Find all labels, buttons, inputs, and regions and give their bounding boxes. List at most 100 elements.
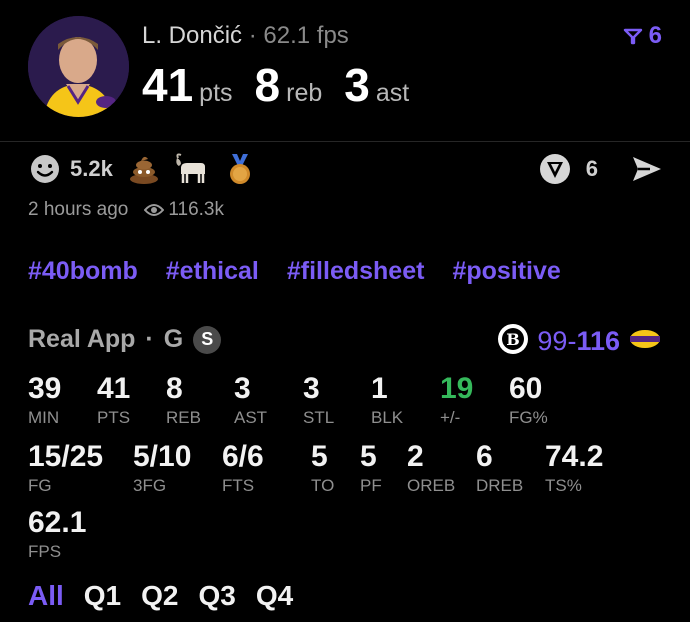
stats-source: Real App · G S (28, 325, 222, 354)
smile-icon[interactable] (28, 152, 62, 186)
stat-reb-value: 8 (254, 59, 281, 111)
stat-value: 62.1 (28, 506, 87, 539)
share-send-icon[interactable] (630, 152, 664, 186)
stat-dreb: 6 DREB (476, 440, 523, 496)
stat-fg-pct: 60 FG% (509, 372, 548, 428)
filter-count: 6 (648, 22, 662, 49)
stat-value: 5 (360, 440, 377, 473)
goat-emoji[interactable] (175, 152, 209, 186)
stat-label: +/- (440, 408, 461, 427)
hashtag-list: #40bomb #ethical #filledsheet #positive (28, 257, 561, 286)
stat-ts-pct: 74.2 TS% (545, 440, 603, 496)
hashtag[interactable]: #positive (452, 257, 560, 286)
tab-q1[interactable]: Q1 (84, 580, 121, 612)
stat-value: 39 (28, 372, 62, 405)
tab-q3[interactable]: Q3 (199, 580, 236, 612)
source-name: Real App (28, 325, 136, 353)
stat-min: 39 MIN (28, 372, 61, 428)
medal-emoji[interactable] (223, 152, 257, 186)
stat-fps: 62.1 FPS (28, 506, 86, 562)
separator-dot: · (248, 22, 257, 49)
hashtag[interactable]: #filledsheet (287, 257, 425, 286)
game-score[interactable]: B 99-116 (497, 323, 662, 360)
stat-pts: 41 PTS (97, 372, 130, 428)
poop-emoji[interactable] (127, 152, 161, 186)
player-position: G (163, 325, 184, 353)
stat-ast: 3 AST (234, 372, 267, 428)
header-divider (0, 141, 690, 142)
nets-logo-icon: B (497, 323, 529, 360)
stat-3fg: 5/10 3FG (133, 440, 191, 496)
tab-q2[interactable]: Q2 (141, 580, 178, 612)
smile-count: 5.2k (70, 156, 113, 181)
stat-value: 60 (509, 372, 543, 405)
stat-label: FTS (222, 476, 255, 495)
stat-plus-minus: 19 +/- (440, 372, 473, 428)
hashtag[interactable]: #ethical (166, 257, 259, 286)
stat-value: 6 (476, 440, 493, 473)
tab-q4[interactable]: Q4 (256, 580, 293, 612)
collection-count: 6 (585, 156, 598, 181)
stat-label: OREB (407, 476, 456, 495)
lakers-logo-icon (628, 328, 662, 355)
stat-oreb: 2 OREB (407, 440, 455, 496)
stat-label: MIN (28, 408, 60, 427)
starter-badge: S (193, 325, 222, 354)
separator-dot: · (145, 325, 154, 353)
time-ago: 2 hours ago (28, 199, 129, 220)
stat-value: 2 (407, 440, 424, 473)
stat-fg: 15/25 FG (28, 440, 103, 496)
stat-label: TS% (545, 476, 582, 495)
fps-value: 62.1 fps (263, 22, 349, 49)
views: 116.3k (144, 199, 224, 221)
stat-label: AST (234, 408, 268, 427)
score-dash: - (567, 326, 577, 356)
player-name[interactable]: L. Dončić (142, 22, 242, 49)
stat-pts-label: pts (199, 79, 233, 107)
stat-value: 74.2 (545, 440, 604, 473)
post-meta: 2 hours ago 116.3k (28, 199, 224, 221)
stat-pts-value: 41 (142, 59, 194, 111)
stat-value: 5/10 (133, 440, 192, 473)
tab-all[interactable]: All (28, 580, 64, 612)
right-actions: 6 (538, 152, 664, 186)
stat-reb: 8 REB (166, 372, 201, 428)
reaction-bar: 5.2k (28, 152, 257, 186)
stat-label: STL (303, 408, 335, 427)
stat-label: DREB (476, 476, 524, 495)
stat-ast-value: 3 (344, 59, 370, 111)
collection-shield-icon[interactable] (538, 152, 572, 186)
stat-value: 3 (303, 372, 320, 405)
stat-value: 41 (97, 372, 131, 405)
stat-label: 3FG (133, 476, 167, 495)
stat-pf: 5 PF (360, 440, 382, 496)
stat-fts: 6/6 FTS (222, 440, 264, 496)
hashtag[interactable]: #40bomb (28, 257, 138, 286)
player-header-line: L. Dončić · 62.1 fps (142, 22, 349, 50)
stat-to: 5 TO (311, 440, 334, 496)
player-avatar[interactable] (28, 16, 129, 117)
stat-label: FG (28, 476, 52, 495)
stat-label: FG% (509, 408, 548, 427)
stat-label: BLK (371, 408, 404, 427)
svg-text:B: B (507, 330, 521, 349)
stat-label: FPS (28, 542, 62, 561)
views-count: 116.3k (168, 199, 224, 220)
stat-label: TO (311, 476, 335, 495)
stat-value: 6/6 (222, 440, 264, 473)
period-tabs: All Q1 Q2 Q3 Q4 (28, 580, 293, 612)
eye-icon (144, 204, 165, 216)
stat-label: REB (166, 408, 201, 427)
stat-value: 15/25 (28, 440, 104, 473)
stat-value: 1 (371, 372, 388, 405)
filter-button[interactable]: 6 (623, 22, 662, 50)
stat-value: 8 (166, 372, 183, 405)
stat-label: PTS (97, 408, 131, 427)
away-score: 99 (537, 326, 568, 356)
home-score: 116 (576, 326, 620, 356)
stat-blk: 1 BLK (371, 372, 403, 428)
stat-value: 19 (440, 372, 474, 405)
stat-label: PF (360, 476, 382, 495)
statline: 41 pts 8 reb 3 ast (142, 58, 431, 112)
stat-reb-label: reb (286, 79, 323, 107)
